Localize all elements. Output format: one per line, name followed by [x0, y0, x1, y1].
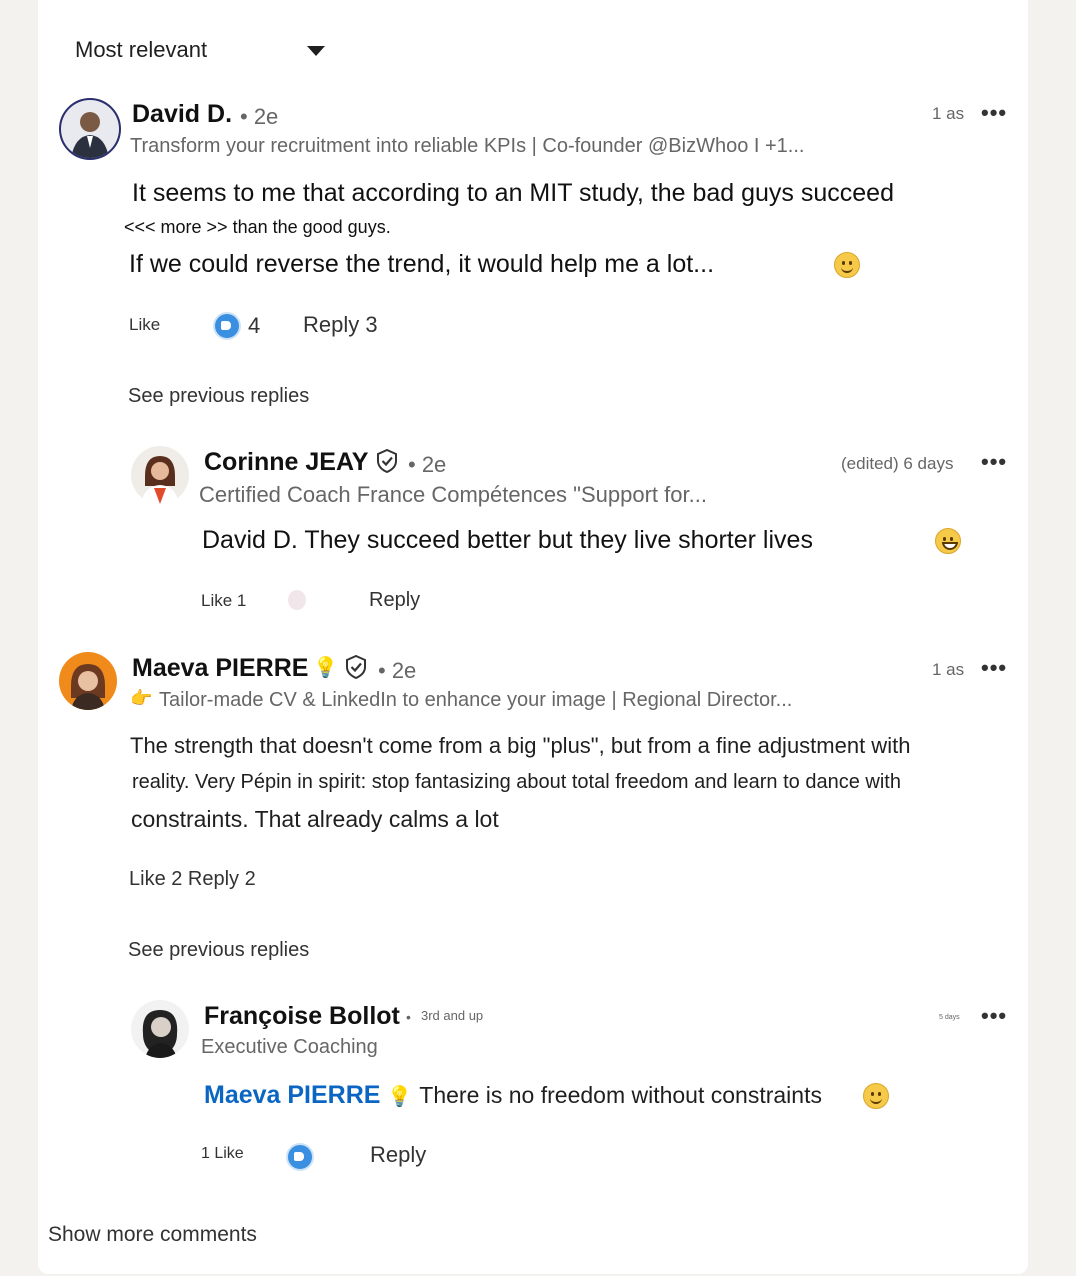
comment-text: If we could reverse the trend, it would …: [129, 250, 715, 278]
slightly-smiling-emoji-icon: [834, 252, 860, 278]
commenter-name[interactable]: Françoise Bollot: [204, 1002, 400, 1031]
see-previous-replies-link[interactable]: See previous replies: [128, 385, 309, 408]
comment-text: <<< more >> than the good guys.: [124, 217, 391, 237]
connection-degree: • 2e: [408, 452, 447, 477]
comment-text: constraints. That already calms a lot: [131, 806, 499, 832]
more-options-icon[interactable]: •••: [981, 655, 1007, 681]
verified-shield-icon: [376, 449, 398, 473]
reply-button[interactable]: Reply: [369, 589, 420, 612]
commenter-headline: Tailor-made CV & LinkedIn to enhance you…: [159, 689, 793, 711]
comment-text: The strength that doesn't come from a bi…: [130, 733, 911, 758]
comment-text: It seems to me that according to an MIT …: [132, 179, 894, 207]
comment-body: Maeva PIERRE 💡 There is no freedom witho…: [204, 1081, 822, 1110]
reply-button[interactable]: Reply: [370, 1142, 426, 1168]
show-more-comments-button[interactable]: Show more comments: [48, 1223, 257, 1247]
chevron-down-icon[interactable]: [307, 46, 325, 56]
comment-text: David D. They succeed better but they li…: [202, 526, 813, 554]
comment-text: There is no freedom without constraints: [419, 1082, 822, 1108]
avatar-francoise[interactable]: [131, 1000, 189, 1058]
lightbulb-icon: 💡: [313, 657, 338, 679]
bullet-separator: •: [406, 1009, 411, 1025]
more-options-icon[interactable]: •••: [981, 449, 1007, 475]
commenter-headline: Transform your recruitment into reliable…: [130, 135, 805, 157]
connection-degree: 3rd and up: [421, 1008, 484, 1023]
winking-emoji-icon: [863, 1083, 889, 1109]
like-reaction-icon: [286, 1143, 314, 1171]
commenter-name[interactable]: David D.: [132, 100, 232, 129]
verified-shield-icon: [345, 655, 367, 679]
commenter-headline: Certified Coach France Compétences "Supp…: [199, 482, 707, 507]
reaction-count[interactable]: 4: [248, 313, 260, 339]
commenter-headline: Executive Coaching: [201, 1036, 378, 1058]
commenter-name[interactable]: Maeva PIERRE: [132, 654, 308, 683]
comment-time: 1 as: [932, 104, 965, 123]
mention-link[interactable]: Maeva PIERRE: [204, 1081, 380, 1109]
more-options-icon[interactable]: •••: [981, 1003, 1007, 1029]
see-previous-replies-link[interactable]: See previous replies: [128, 939, 309, 962]
reaction-avatar-icon: [288, 590, 306, 610]
comment-time: 5 days: [939, 1014, 960, 1021]
reply-button[interactable]: Reply 3: [303, 312, 378, 338]
like-button[interactable]: 1 Like: [201, 1145, 244, 1163]
like-button[interactable]: Like: [129, 315, 160, 335]
avatar-maeva[interactable]: [59, 652, 117, 710]
more-options-icon[interactable]: •••: [981, 100, 1007, 126]
comment-time: (edited) 6 days: [841, 454, 954, 473]
grinning-emoji-icon: [935, 528, 961, 554]
connection-degree: • 2e: [378, 658, 417, 683]
avatar-david[interactable]: [59, 98, 121, 160]
avatar-corinne[interactable]: [131, 446, 189, 504]
pointing-hand-icon: 👉: [130, 688, 153, 708]
like-button[interactable]: Like 1: [201, 591, 246, 611]
comment-text: reality. Very Pépin in spirit: stop fant…: [132, 771, 901, 793]
connection-degree: • 2e: [240, 104, 279, 129]
like-reaction-icon: [213, 312, 241, 340]
sort-dropdown-label[interactable]: Most relevant: [75, 37, 207, 63]
lightbulb-icon: 💡: [387, 1086, 413, 1108]
comment-time: 1 as: [932, 660, 965, 679]
commenter-name[interactable]: Corinne JEAY: [204, 448, 368, 477]
like-reply-actions[interactable]: Like 2 Reply 2: [129, 868, 256, 891]
